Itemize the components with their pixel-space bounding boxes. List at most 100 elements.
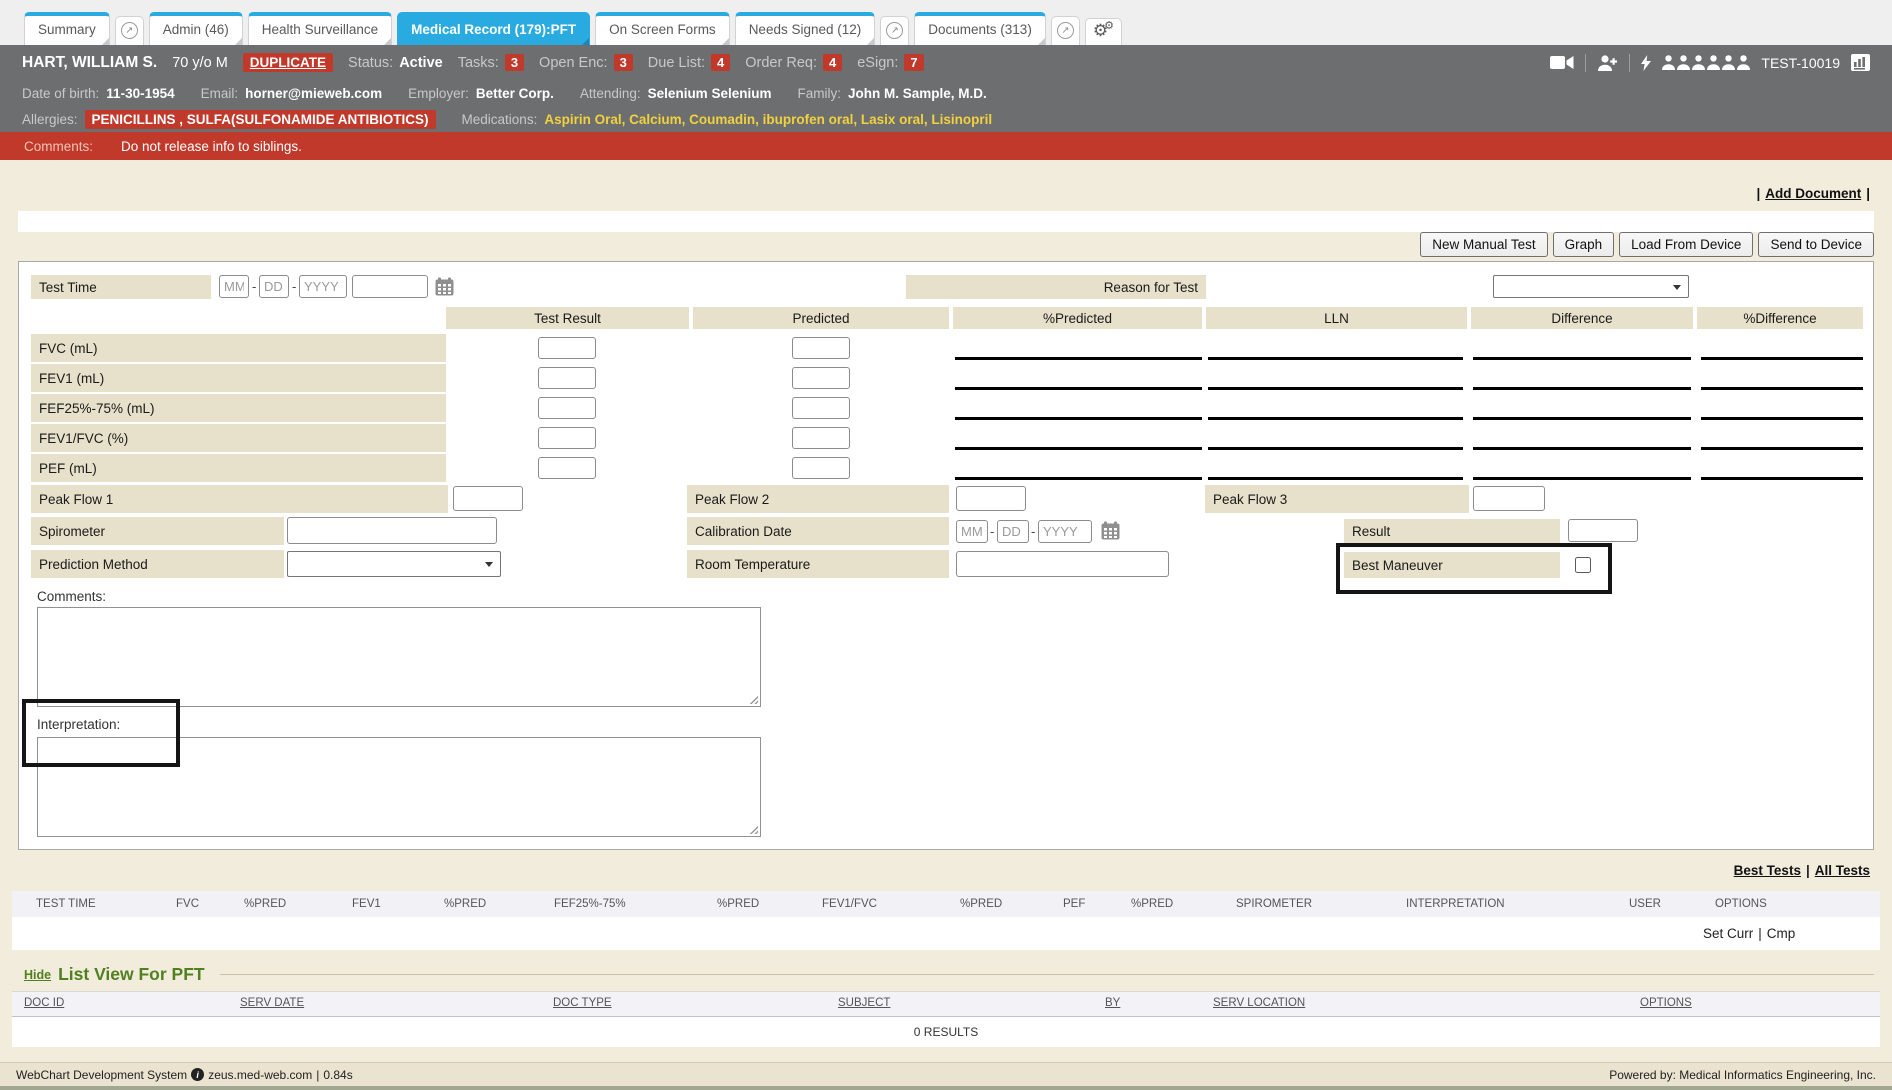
- pef-test-result-input[interactable]: [538, 457, 596, 479]
- calendar-icon[interactable]: [1101, 521, 1120, 540]
- separator: |: [1758, 926, 1762, 941]
- popout-icon: ↗: [1057, 22, 1074, 39]
- pef-predicted-input[interactable]: [792, 457, 850, 479]
- cmp-link[interactable]: Cmp: [1767, 926, 1796, 941]
- comments-textarea[interactable]: [37, 607, 761, 707]
- test-time-time-input[interactable]: [352, 275, 428, 298]
- chart-icon[interactable]: [1851, 54, 1870, 71]
- best-tests-link[interactable]: Best Tests: [1734, 863, 1801, 878]
- fev1-fvc-test-result-input[interactable]: [538, 427, 596, 449]
- patient-id: TEST-10019: [1761, 55, 1840, 71]
- test-time-day-input[interactable]: [259, 275, 289, 298]
- results-col-pred4: %PRED: [960, 898, 1063, 910]
- lightning-icon[interactable]: [1641, 54, 1651, 70]
- fvc-pct-difference-line: [1701, 357, 1863, 360]
- fef-predicted-input[interactable]: [792, 397, 850, 419]
- doc-col-options[interactable]: OPTIONS: [1640, 997, 1692, 1009]
- tab-summary[interactable]: Summary: [24, 12, 110, 45]
- tasks-label: Tasks:: [458, 55, 499, 71]
- calibration-month-input[interactable]: [956, 520, 988, 543]
- reason-for-test-select[interactable]: [1493, 275, 1689, 298]
- fev1-fvc-predicted-input[interactable]: [792, 427, 850, 449]
- order-req-count-badge[interactable]: 4: [823, 54, 842, 71]
- fef-pct-difference-line: [1701, 417, 1863, 420]
- settings-gear-button[interactable]: ⚙⚙: [1085, 18, 1122, 45]
- due-list-label: Due List:: [648, 55, 705, 71]
- fvc-test-result-input[interactable]: [538, 337, 596, 359]
- prediction-method-select[interactable]: [287, 551, 501, 577]
- needs-signed-popout-button[interactable]: ↗: [880, 16, 909, 45]
- test-time-month-input[interactable]: [219, 275, 249, 298]
- tab-admin[interactable]: Admin (46): [149, 12, 243, 45]
- reason-for-test-label: Reason for Test: [906, 275, 1206, 299]
- fef-lln-line: [1208, 417, 1463, 420]
- results-col-pred2: %PRED: [444, 898, 554, 910]
- duplicate-badge[interactable]: DUPLICATE: [243, 53, 333, 72]
- load-from-device-button[interactable]: Load From Device: [1619, 232, 1753, 257]
- documents-popout-button[interactable]: ↗: [1051, 16, 1080, 45]
- fev1-fvc-pct-difference-line: [1701, 447, 1863, 450]
- due-list-count-badge[interactable]: 4: [711, 54, 730, 71]
- tab-on-screen-forms[interactable]: On Screen Forms: [595, 12, 730, 45]
- tab-documents[interactable]: Documents (313): [914, 12, 1046, 45]
- doc-col-by[interactable]: BY: [1105, 997, 1120, 1009]
- pft-toolbar: New Manual Test Graph Load From Device S…: [1420, 232, 1874, 257]
- set-curr-link[interactable]: Set Curr: [1703, 926, 1753, 941]
- spirometer-input[interactable]: [287, 517, 497, 544]
- results-row-options: Set Curr | Cmp: [1703, 926, 1795, 941]
- peak-flow-1-input[interactable]: [453, 486, 523, 511]
- graph-button[interactable]: Graph: [1553, 232, 1615, 257]
- tasks-count-badge[interactable]: 3: [505, 54, 524, 71]
- pft-form-panel: Test Time - - Reason for Test Test Resul…: [18, 261, 1874, 850]
- doc-col-doc-id[interactable]: DOC ID: [24, 997, 64, 1009]
- esign-count-badge[interactable]: 7: [904, 54, 923, 71]
- test-time-year-input[interactable]: [299, 275, 347, 298]
- new-manual-test-button[interactable]: New Manual Test: [1420, 232, 1547, 257]
- doc-col-subject[interactable]: SUBJECT: [838, 997, 890, 1009]
- peak-flow-2-label: Peak Flow 2: [687, 485, 949, 513]
- doc-col-serv-date[interactable]: SERV DATE: [240, 997, 304, 1009]
- hide-link[interactable]: Hide: [24, 968, 51, 982]
- result-input[interactable]: [1568, 519, 1638, 542]
- status-value: Active: [399, 55, 443, 71]
- heading-rule: [220, 974, 1874, 975]
- add-user-icon[interactable]: [1597, 54, 1618, 70]
- users-group-icon[interactable]: [1662, 55, 1750, 70]
- fef-test-result-input[interactable]: [538, 397, 596, 419]
- status-label: Status:: [348, 55, 393, 71]
- fef-pct-predicted-line: [955, 417, 1202, 420]
- tab-health-surveillance[interactable]: Health Surveillance: [248, 12, 392, 45]
- info-icon[interactable]: i: [191, 1068, 204, 1081]
- calibration-year-input[interactable]: [1038, 520, 1092, 543]
- add-document-link[interactable]: Add Document: [1765, 186, 1861, 201]
- summary-popout-button[interactable]: ↗: [115, 16, 144, 45]
- allergies-badge[interactable]: PENICILLINS , SULFA(SULFONAMIDE ANTIBIOT…: [85, 110, 436, 129]
- peak-flow-3-input[interactable]: [1473, 486, 1545, 511]
- divider: [1585, 54, 1586, 72]
- fvc-predicted-input[interactable]: [792, 337, 850, 359]
- medications-list[interactable]: Aspirin Oral, Calcium, Coumadin, ibuprof…: [544, 112, 992, 127]
- attending-label: Attending:: [580, 86, 641, 101]
- doc-col-doc-type[interactable]: DOC TYPE: [553, 997, 612, 1009]
- user-icon: [1662, 55, 1675, 70]
- calibration-day-input[interactable]: [997, 520, 1029, 543]
- doc-col-serv-location[interactable]: SERV LOCATION: [1213, 997, 1305, 1009]
- video-camera-icon[interactable]: [1550, 55, 1574, 71]
- allergies-label: Allergies:: [22, 112, 78, 127]
- open-enc-label: Open Enc:: [539, 55, 608, 71]
- room-temperature-input[interactable]: [956, 551, 1169, 577]
- fev1-test-result-input[interactable]: [538, 367, 596, 389]
- fev1-fvc-pct-predicted-line: [955, 447, 1202, 450]
- family-label: Family:: [797, 86, 841, 101]
- column-pct-difference: %Difference: [1697, 307, 1863, 329]
- calendar-icon[interactable]: [435, 277, 454, 296]
- peak-flow-2-input[interactable]: [956, 486, 1026, 511]
- tab-needs-signed[interactable]: Needs Signed (12): [735, 12, 876, 45]
- results-table-body: Set Curr | Cmp: [12, 917, 1880, 950]
- tab-medical-record-pft[interactable]: Medical Record (179):PFT: [397, 12, 590, 45]
- fev1-predicted-input[interactable]: [792, 367, 850, 389]
- content-strip: [18, 211, 1874, 232]
- open-enc-count-badge[interactable]: 3: [614, 54, 633, 71]
- all-tests-link[interactable]: All Tests: [1815, 863, 1870, 878]
- send-to-device-button[interactable]: Send to Device: [1758, 232, 1874, 257]
